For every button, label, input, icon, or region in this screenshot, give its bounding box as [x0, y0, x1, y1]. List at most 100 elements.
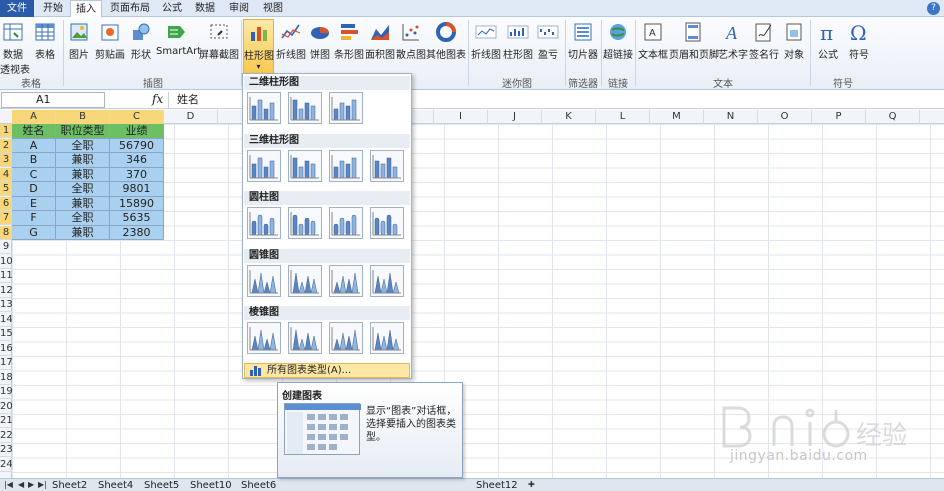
row-header-9[interactable]: 9 [0, 240, 12, 254]
column-chart-button[interactable]: 柱形图 ▾ [243, 19, 274, 75]
column-header-n[interactable]: N [704, 110, 758, 124]
row-header-15[interactable]: 15 [0, 327, 13, 341]
table-cell[interactable]: 全职 [56, 211, 110, 226]
table-cell[interactable]: A [12, 138, 56, 153]
sheet-tab-sheet2[interactable]: Sheet2 [52, 479, 87, 491]
chart-thumb-pyr-1[interactable] [247, 322, 281, 354]
row-header-23[interactable]: 23 [0, 443, 13, 457]
row-header-5[interactable]: 5 [0, 182, 12, 196]
chart-thumb-pyr-3[interactable] [329, 322, 363, 354]
row-header-10[interactable]: 10 [0, 255, 13, 269]
chart-thumb-col2d-2[interactable] [288, 92, 322, 124]
column-header-a[interactable]: A [12, 110, 56, 124]
chart-thumb-col3d-4[interactable] [370, 150, 404, 182]
row-header-17[interactable]: 17 [0, 356, 13, 370]
tab-page-layout[interactable]: 页面布局 [106, 0, 154, 17]
sheet-tab-sheet12[interactable]: Sheet12 [476, 479, 518, 491]
area-chart-button[interactable]: 面积图 [365, 19, 395, 74]
chart-thumb-cyl-3[interactable] [329, 207, 363, 239]
insert-sheet-icon[interactable]: ✚ [528, 480, 535, 489]
prev-sheet-icon[interactable]: ◀ [18, 480, 24, 489]
chart-thumb-cyl-1[interactable] [247, 207, 281, 239]
chart-thumb-cone-1[interactable] [247, 265, 281, 297]
slicer-button[interactable]: 切片器 [567, 19, 599, 74]
sparkline-line-button[interactable]: 折线图 [470, 19, 502, 74]
row-header-14[interactable]: 14 [0, 313, 13, 327]
column-header-o[interactable]: O [758, 110, 812, 124]
chart-thumb-col3d-3[interactable] [329, 150, 363, 182]
header-footer-button[interactable]: 页眉和页脚 [669, 19, 719, 74]
table-cell[interactable]: 兼职 [56, 153, 110, 168]
row-header-18[interactable]: 18 [0, 371, 13, 385]
symbol-button[interactable]: Ω 符号 [845, 19, 873, 74]
chart-thumb-cone-3[interactable] [329, 265, 363, 297]
column-header-d[interactable]: D [164, 110, 218, 124]
table-cell[interactable]: 9801 [110, 182, 164, 197]
table-cell[interactable]: F [12, 211, 56, 226]
chart-thumb-col2d-3[interactable] [329, 92, 363, 124]
chart-thumb-col3d-1[interactable] [247, 150, 281, 182]
sparkline-column-button[interactable]: 柱形图 [502, 19, 534, 74]
table-cell[interactable]: C [12, 167, 56, 182]
row-header-2[interactable]: 2 [0, 138, 12, 153]
chart-thumb-pyr-4[interactable] [370, 322, 404, 354]
pie-chart-button[interactable]: 饼图 [306, 19, 334, 74]
tab-home[interactable]: 开始 [38, 0, 68, 17]
sparkline-winloss-button[interactable]: 盈亏 [534, 19, 562, 74]
row-header-19[interactable]: 19 [0, 385, 13, 399]
chart-thumb-cyl-2[interactable] [288, 207, 322, 239]
chart-thumb-cyl-4[interactable] [370, 207, 404, 239]
row-header-20[interactable]: 20 [0, 400, 13, 414]
chart-thumb-col3d-2[interactable] [288, 150, 322, 182]
column-header-b[interactable]: B [56, 110, 110, 124]
chart-thumb-col2d-1[interactable] [247, 92, 281, 124]
tab-review[interactable]: 审阅 [224, 0, 254, 17]
picture-button[interactable]: 图片 [66, 19, 92, 74]
table-cell[interactable]: 兼职 [56, 167, 110, 182]
row-header-21[interactable]: 21 [0, 414, 13, 428]
column-header-j[interactable]: J [488, 110, 542, 124]
next-sheet-icon[interactable]: ▶ [28, 480, 34, 489]
help-icon[interactable]: ? [927, 2, 940, 15]
table-cell[interactable]: E [12, 196, 56, 211]
bar-chart-button[interactable]: 条形图 [334, 19, 364, 74]
sheet-tab-sheet4[interactable]: Sheet4 [98, 479, 133, 491]
other-chart-button[interactable]: 其他图表 [426, 19, 466, 74]
first-sheet-icon[interactable]: |◀ [4, 480, 13, 489]
wordart-button[interactable]: A 艺术字 [718, 19, 748, 74]
column-header-c[interactable]: C [110, 110, 164, 124]
chart-thumb-pyr-2[interactable] [288, 322, 322, 354]
name-box[interactable]: A1 [1, 92, 105, 108]
signature-line-button[interactable]: 签名行 [748, 19, 780, 74]
line-chart-button[interactable]: 折线图 [276, 19, 306, 74]
table-cell[interactable]: 5635 [110, 211, 164, 226]
row-header-22[interactable]: 22 [0, 429, 13, 443]
table-cell[interactable]: 56790 [110, 138, 164, 153]
tab-file[interactable]: 文件 [0, 0, 34, 17]
table-header-cell[interactable]: 业绩 [110, 124, 164, 139]
table-cell[interactable]: G [12, 225, 56, 240]
column-header-q[interactable]: Q [866, 110, 920, 124]
row-header-7[interactable]: 7 [0, 211, 12, 225]
hyperlink-button[interactable]: 超链接 [603, 19, 633, 74]
scatter-chart-button[interactable]: 散点图 [396, 19, 426, 74]
row-header-12[interactable]: 12 [0, 284, 13, 298]
row-header-1[interactable]: 1 [0, 124, 12, 138]
table-cell[interactable]: 370 [110, 167, 164, 182]
table-cell[interactable]: 2380 [110, 225, 164, 240]
textbox-button[interactable]: A 文本框 [638, 19, 668, 74]
column-header-i[interactable]: I [434, 110, 488, 124]
tab-formulas[interactable]: 公式 [158, 0, 186, 17]
table-cell[interactable]: B [12, 153, 56, 168]
row-header-11[interactable]: 11 [0, 269, 13, 283]
column-header-k[interactable]: K [542, 110, 596, 124]
last-sheet-icon[interactable]: ▶| [38, 480, 47, 489]
clipart-button[interactable]: 剪贴画 [94, 19, 126, 74]
table-header-cell[interactable]: 姓名 [12, 124, 56, 139]
table-header-cell[interactable]: 职位类型 [56, 124, 110, 139]
row-header-4[interactable]: 4 [0, 167, 12, 182]
equation-button[interactable]: π 公式 [813, 19, 843, 74]
all-chart-types-button[interactable]: 所有图表类型(A)... [244, 363, 410, 378]
column-header-l[interactable]: L [596, 110, 650, 124]
table-cell[interactable]: 全职 [56, 182, 110, 197]
